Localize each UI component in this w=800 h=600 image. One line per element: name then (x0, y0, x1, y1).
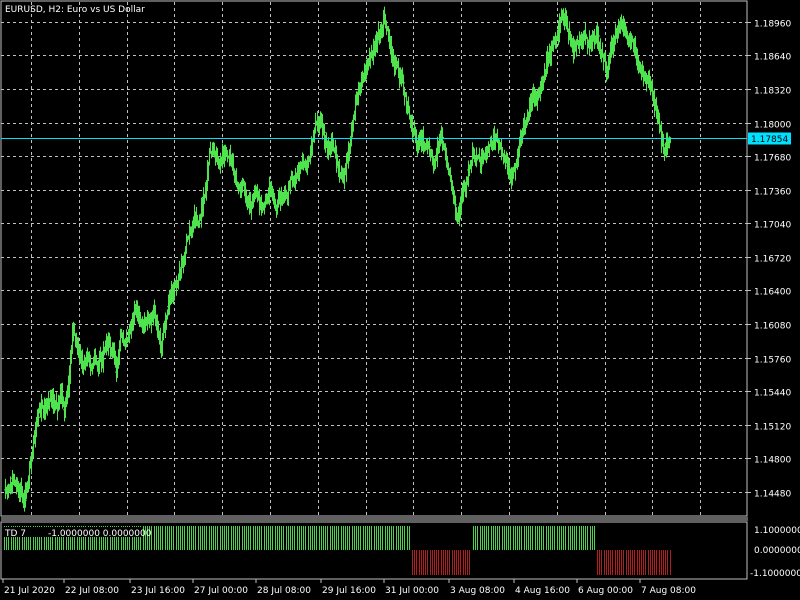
y-tick-label: 1.18320 (754, 87, 791, 97)
x-tick-label: 29 Jul 16:00 (322, 586, 376, 596)
grid (1, 2, 747, 516)
x-tick-label: 7 Aug 08:00 (641, 586, 696, 596)
y-tick-label: 1.17040 (754, 221, 791, 231)
y-tick-label: 1.18960 (754, 20, 791, 30)
y-tick-label: 1.14800 (754, 456, 791, 466)
x-tick-label: 28 Jul 08:00 (257, 586, 311, 596)
x-tick-label: 21 Jul 2020 (4, 586, 55, 596)
y-tick-label: 1.16080 (754, 322, 791, 332)
y-tick-label: 1.14480 (754, 490, 791, 500)
x-tick-label: 22 Jul 08:00 (65, 586, 119, 596)
main-pane-frame (0, 0, 748, 517)
x-tick-label: 23 Jul 16:00 (131, 586, 185, 596)
ohlc-bars (4, 6, 672, 512)
time-scale: 21 Jul 2020 22 Jul 08:00 23 Jul 16:00 27 Ju… (2, 579, 696, 596)
indicator-name: TD 7 (4, 529, 26, 539)
indicator-scale-top: 1.1000000 (754, 526, 800, 536)
y-tick-label: 1.16720 (754, 255, 791, 265)
chart-window[interactable]: 1.18960 1.18640 1.18320 1.18000 1.17680 1.173… (0, 0, 800, 600)
y-tick-label: 1.18000 (754, 121, 791, 131)
price-chart[interactable]: 1.18960 1.18640 1.18320 1.18000 1.17680 1.173… (0, 0, 800, 600)
x-tick-label: 31 Jul 00:00 (385, 586, 439, 596)
x-tick-label: 3 Aug 08:00 (450, 586, 505, 596)
x-tick-label: 4 Aug 16:00 (515, 586, 570, 596)
indicator-scale: 1.1000000 0.0000000 -1.1000000 (750, 526, 800, 579)
indicator-scale-zero: 0.0000000 (754, 546, 800, 556)
indicator-values: -1.0000000 0.0000000 (48, 529, 152, 539)
y-tick-label: 1.15120 (754, 423, 791, 433)
y-tick-label: 1.17360 (754, 188, 791, 198)
current-price-tag-text: 1.17854 (751, 135, 788, 145)
x-tick-label: 27 Jul 00:00 (194, 586, 248, 596)
y-tick-label: 1.17680 (754, 154, 791, 164)
chart-title: EURUSD, H2: Euro vs US Dollar (5, 5, 145, 15)
y-tick-label: 1.15760 (754, 356, 791, 366)
y-tick-label: 1.18640 (754, 53, 791, 63)
price-scale: 1.18960 1.18640 1.18320 1.18000 1.17680 1.173… (747, 20, 791, 500)
y-tick-label: 1.16400 (754, 288, 791, 298)
y-tick-label: 1.15440 (754, 389, 791, 399)
x-tick-label: 6 Aug 00:00 (578, 586, 633, 596)
indicator-scale-bottom: -1.1000000 (750, 569, 800, 579)
